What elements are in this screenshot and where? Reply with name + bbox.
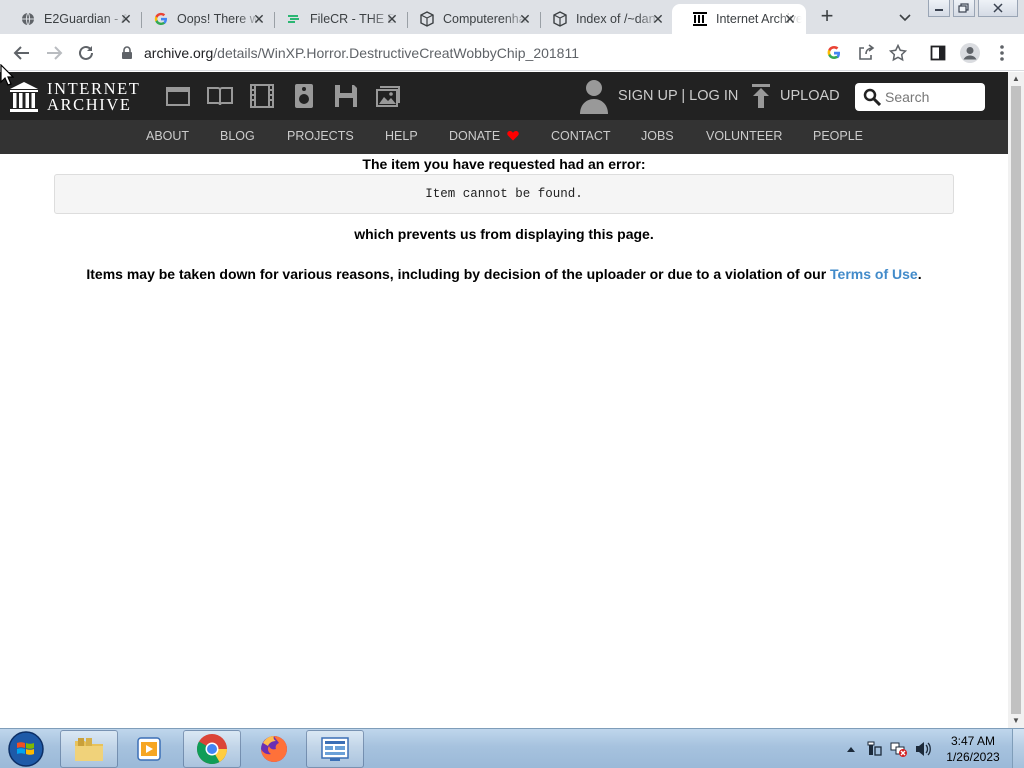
tab-internet-archive[interactable]: Internet Archive ✕ bbox=[672, 4, 806, 34]
scroll-up-arrow-icon[interactable]: ▲ bbox=[1012, 75, 1020, 83]
takedown-note: Items may be taken down for various reas… bbox=[86, 266, 922, 282]
mouse-cursor-icon bbox=[0, 63, 15, 86]
scroll-down-arrow-icon[interactable]: ▼ bbox=[1012, 717, 1020, 725]
windows-taskbar: 3:47 AM 1/26/2023 bbox=[0, 728, 1024, 768]
share-icon[interactable] bbox=[854, 41, 878, 65]
show-hidden-icons-icon[interactable] bbox=[842, 740, 860, 758]
chrome-icon bbox=[196, 734, 227, 765]
system-tray bbox=[842, 729, 938, 768]
search-placeholder: Search bbox=[885, 89, 930, 105]
bookmark-star-icon[interactable] bbox=[886, 41, 910, 65]
search-icon[interactable] bbox=[863, 88, 882, 107]
nav-contact[interactable]: CONTACT bbox=[551, 129, 611, 143]
error-heading: The item you have requested had an error… bbox=[362, 156, 646, 172]
scrollbar-thumb[interactable] bbox=[1011, 86, 1021, 714]
tab-computerenhance[interactable]: Computerenhance ✕ bbox=[399, 4, 541, 34]
lock-icon[interactable] bbox=[120, 46, 134, 60]
taskbar-firefox[interactable] bbox=[245, 730, 303, 768]
media-player-icon bbox=[137, 737, 161, 761]
audio-icon[interactable] bbox=[291, 84, 317, 108]
nav-help[interactable]: HELP bbox=[385, 129, 418, 143]
folder-icon bbox=[75, 738, 103, 761]
taskbar-chrome[interactable] bbox=[183, 730, 241, 768]
url-text: archive.org/details/WinXP.Horror.Destruc… bbox=[144, 45, 580, 61]
ia-nav-bar: ABOUT BLOG PROJECTS HELP DONATE CONTACT … bbox=[0, 120, 1008, 154]
network-disconnected-icon[interactable] bbox=[890, 740, 908, 758]
tab-index-of[interactable]: Index of /~dan ✕ bbox=[532, 4, 674, 34]
vertical-scrollbar[interactable]: ▲ ▼ bbox=[1008, 72, 1024, 728]
upload-icon[interactable] bbox=[750, 84, 772, 108]
clock-date: 1/26/2023 bbox=[946, 750, 1000, 764]
archive-icon bbox=[419, 11, 435, 27]
nav-donate[interactable]: DONATE bbox=[449, 129, 519, 143]
action-center-icon[interactable] bbox=[866, 740, 884, 758]
logo-line-2: ARCHIVE bbox=[47, 95, 132, 114]
browser-menu-icon[interactable] bbox=[990, 41, 1014, 65]
close-tab-icon[interactable]: ✕ bbox=[650, 11, 666, 27]
browser-toolbar: archive.org/details/WinXP.Horror.Destruc… bbox=[0, 34, 1024, 71]
control-panel-icon bbox=[321, 737, 349, 761]
profile-avatar-icon[interactable] bbox=[958, 41, 982, 65]
ia-logo[interactable]: INTERNET ARCHIVE bbox=[9, 80, 149, 114]
minimize-button[interactable] bbox=[928, 0, 950, 17]
tab-e2guardian[interactable]: E2Guardian - Ac ✕ bbox=[0, 4, 142, 34]
taskbar-explorer[interactable] bbox=[60, 730, 118, 768]
ia-top-bar: INTERNET ARCHIVE SIGN UP | LOG IN UPLOAD… bbox=[0, 72, 1008, 120]
show-desktop-button[interactable] bbox=[1012, 729, 1024, 768]
back-button[interactable] bbox=[10, 41, 34, 65]
nav-donate-label: DONATE bbox=[449, 129, 501, 143]
close-tab-icon[interactable]: ✕ bbox=[251, 11, 267, 27]
tab-strip: E2Guardian - Ac ✕ Oops! There was ✕ File… bbox=[0, 0, 1024, 34]
nav-volunteer[interactable]: VOLUNTEER bbox=[706, 129, 782, 143]
nav-jobs[interactable]: JOBS bbox=[641, 129, 674, 143]
takedown-note-text: Items may be taken down for various reas… bbox=[86, 266, 827, 282]
firefox-icon bbox=[261, 736, 287, 762]
texts-icon[interactable] bbox=[207, 84, 233, 108]
google-lens-icon[interactable] bbox=[822, 41, 846, 65]
images-icon[interactable] bbox=[375, 84, 401, 108]
ia-search-input[interactable]: Search bbox=[855, 83, 985, 111]
sign-up-log-in-link[interactable]: SIGN UP | LOG IN bbox=[618, 88, 738, 104]
clock-time: 3:47 AM bbox=[950, 734, 996, 748]
user-icon[interactable] bbox=[578, 78, 610, 114]
taskbar-control-panel[interactable] bbox=[306, 730, 364, 768]
volume-icon[interactable] bbox=[914, 740, 932, 758]
web-icon[interactable] bbox=[165, 84, 191, 108]
video-icon[interactable] bbox=[249, 84, 275, 108]
google-icon bbox=[153, 11, 169, 27]
close-window-button[interactable] bbox=[978, 0, 1018, 17]
new-tab-button[interactable]: + bbox=[816, 5, 838, 28]
tab-oops[interactable]: Oops! There was ✕ bbox=[133, 4, 275, 34]
close-tab-icon[interactable]: ✕ bbox=[782, 11, 798, 27]
nav-about[interactable]: ABOUT bbox=[146, 129, 189, 143]
heart-icon bbox=[506, 131, 519, 141]
close-tab-icon[interactable]: ✕ bbox=[118, 11, 134, 27]
tab-filecr[interactable]: FileCR - THE BE ✕ bbox=[266, 4, 408, 34]
taskbar-clock[interactable]: 3:47 AM 1/26/2023 bbox=[940, 733, 1006, 765]
maximize-button[interactable] bbox=[953, 0, 975, 17]
software-icon[interactable] bbox=[333, 84, 359, 108]
filecr-icon bbox=[286, 11, 302, 27]
error-message-box: Item cannot be found. bbox=[54, 174, 954, 214]
nav-blog[interactable]: BLOG bbox=[220, 129, 255, 143]
nav-projects[interactable]: PROJECTS bbox=[287, 129, 354, 143]
forward-button[interactable] bbox=[42, 41, 66, 65]
error-message: Item cannot be found. bbox=[425, 187, 583, 201]
taskbar-media-player[interactable] bbox=[120, 730, 178, 768]
internet-archive-icon bbox=[692, 11, 708, 27]
terms-of-use-link[interactable]: Terms of Use bbox=[830, 266, 918, 282]
upload-link[interactable]: UPLOAD bbox=[780, 88, 840, 104]
address-bar[interactable]: archive.org/details/WinXP.Horror.Destruc… bbox=[110, 38, 850, 68]
reload-button[interactable] bbox=[74, 41, 98, 65]
side-panel-icon[interactable] bbox=[926, 41, 950, 65]
error-subtext: which prevents us from displaying this p… bbox=[354, 226, 654, 242]
archive-icon bbox=[552, 11, 568, 27]
start-button[interactable] bbox=[6, 730, 46, 768]
tab-search-chevron-icon[interactable] bbox=[895, 7, 915, 27]
close-tab-icon[interactable]: ✕ bbox=[517, 11, 533, 27]
close-tab-icon[interactable]: ✕ bbox=[384, 11, 400, 27]
nav-people[interactable]: PEOPLE bbox=[813, 129, 863, 143]
globe-icon bbox=[20, 11, 36, 27]
